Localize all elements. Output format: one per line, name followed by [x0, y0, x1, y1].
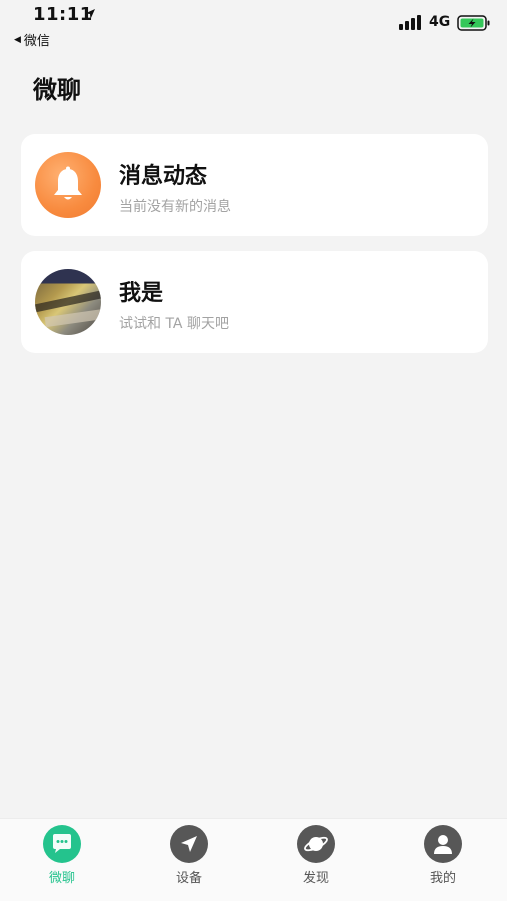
avatar-photo-detail — [44, 308, 101, 328]
tab-label: 我的 — [429, 871, 456, 886]
conversation-subtitle: 当前没有新的消息 — [119, 199, 231, 215]
notification-avatar — [35, 152, 101, 218]
tab-devices[interactable]: 设备 — [149, 825, 229, 895]
network-type: 4G — [429, 14, 451, 30]
conversation-subtitle: 试试和 TA 聊天吧 — [119, 316, 229, 332]
chat-bubble-icon — [43, 825, 81, 863]
conversation-card-contact[interactable]: 我是 试试和 TA 聊天吧 — [21, 251, 488, 353]
conversation-title: 我是 — [119, 281, 164, 306]
contact-avatar — [35, 269, 101, 335]
bottom-tab-bar: 微聊 设备 发现 我的 — [0, 818, 507, 901]
planet-icon — [297, 825, 335, 863]
conversation-card-notifications[interactable]: 消息动态 当前没有新的消息 — [21, 134, 488, 236]
tab-discover[interactable]: 发现 — [276, 825, 356, 895]
tab-label: 微聊 — [48, 871, 75, 886]
back-to-wechat-link[interactable]: ◀ 微信 — [14, 30, 50, 49]
tab-chat[interactable]: 微聊 — [22, 825, 102, 895]
tab-label: 设备 — [175, 871, 202, 886]
cellular-signal-icon — [399, 15, 421, 30]
tab-profile[interactable]: 我的 — [403, 825, 483, 895]
bell-icon — [54, 166, 82, 200]
back-arrow-icon: ◀ — [14, 34, 21, 45]
send-arrow-icon — [170, 825, 208, 863]
avatar-photo-detail — [35, 288, 101, 314]
back-label: 微信 — [23, 34, 50, 49]
conversation-title: 消息动态 — [119, 164, 208, 189]
page-title: 微聊 — [33, 76, 81, 104]
status-bar: 11:11 ◀ 微信 4G — [0, 0, 507, 54]
battery-charging-icon — [457, 15, 490, 31]
location-arrow-icon — [85, 9, 95, 19]
tab-label: 发现 — [302, 871, 329, 886]
person-icon — [424, 825, 462, 863]
